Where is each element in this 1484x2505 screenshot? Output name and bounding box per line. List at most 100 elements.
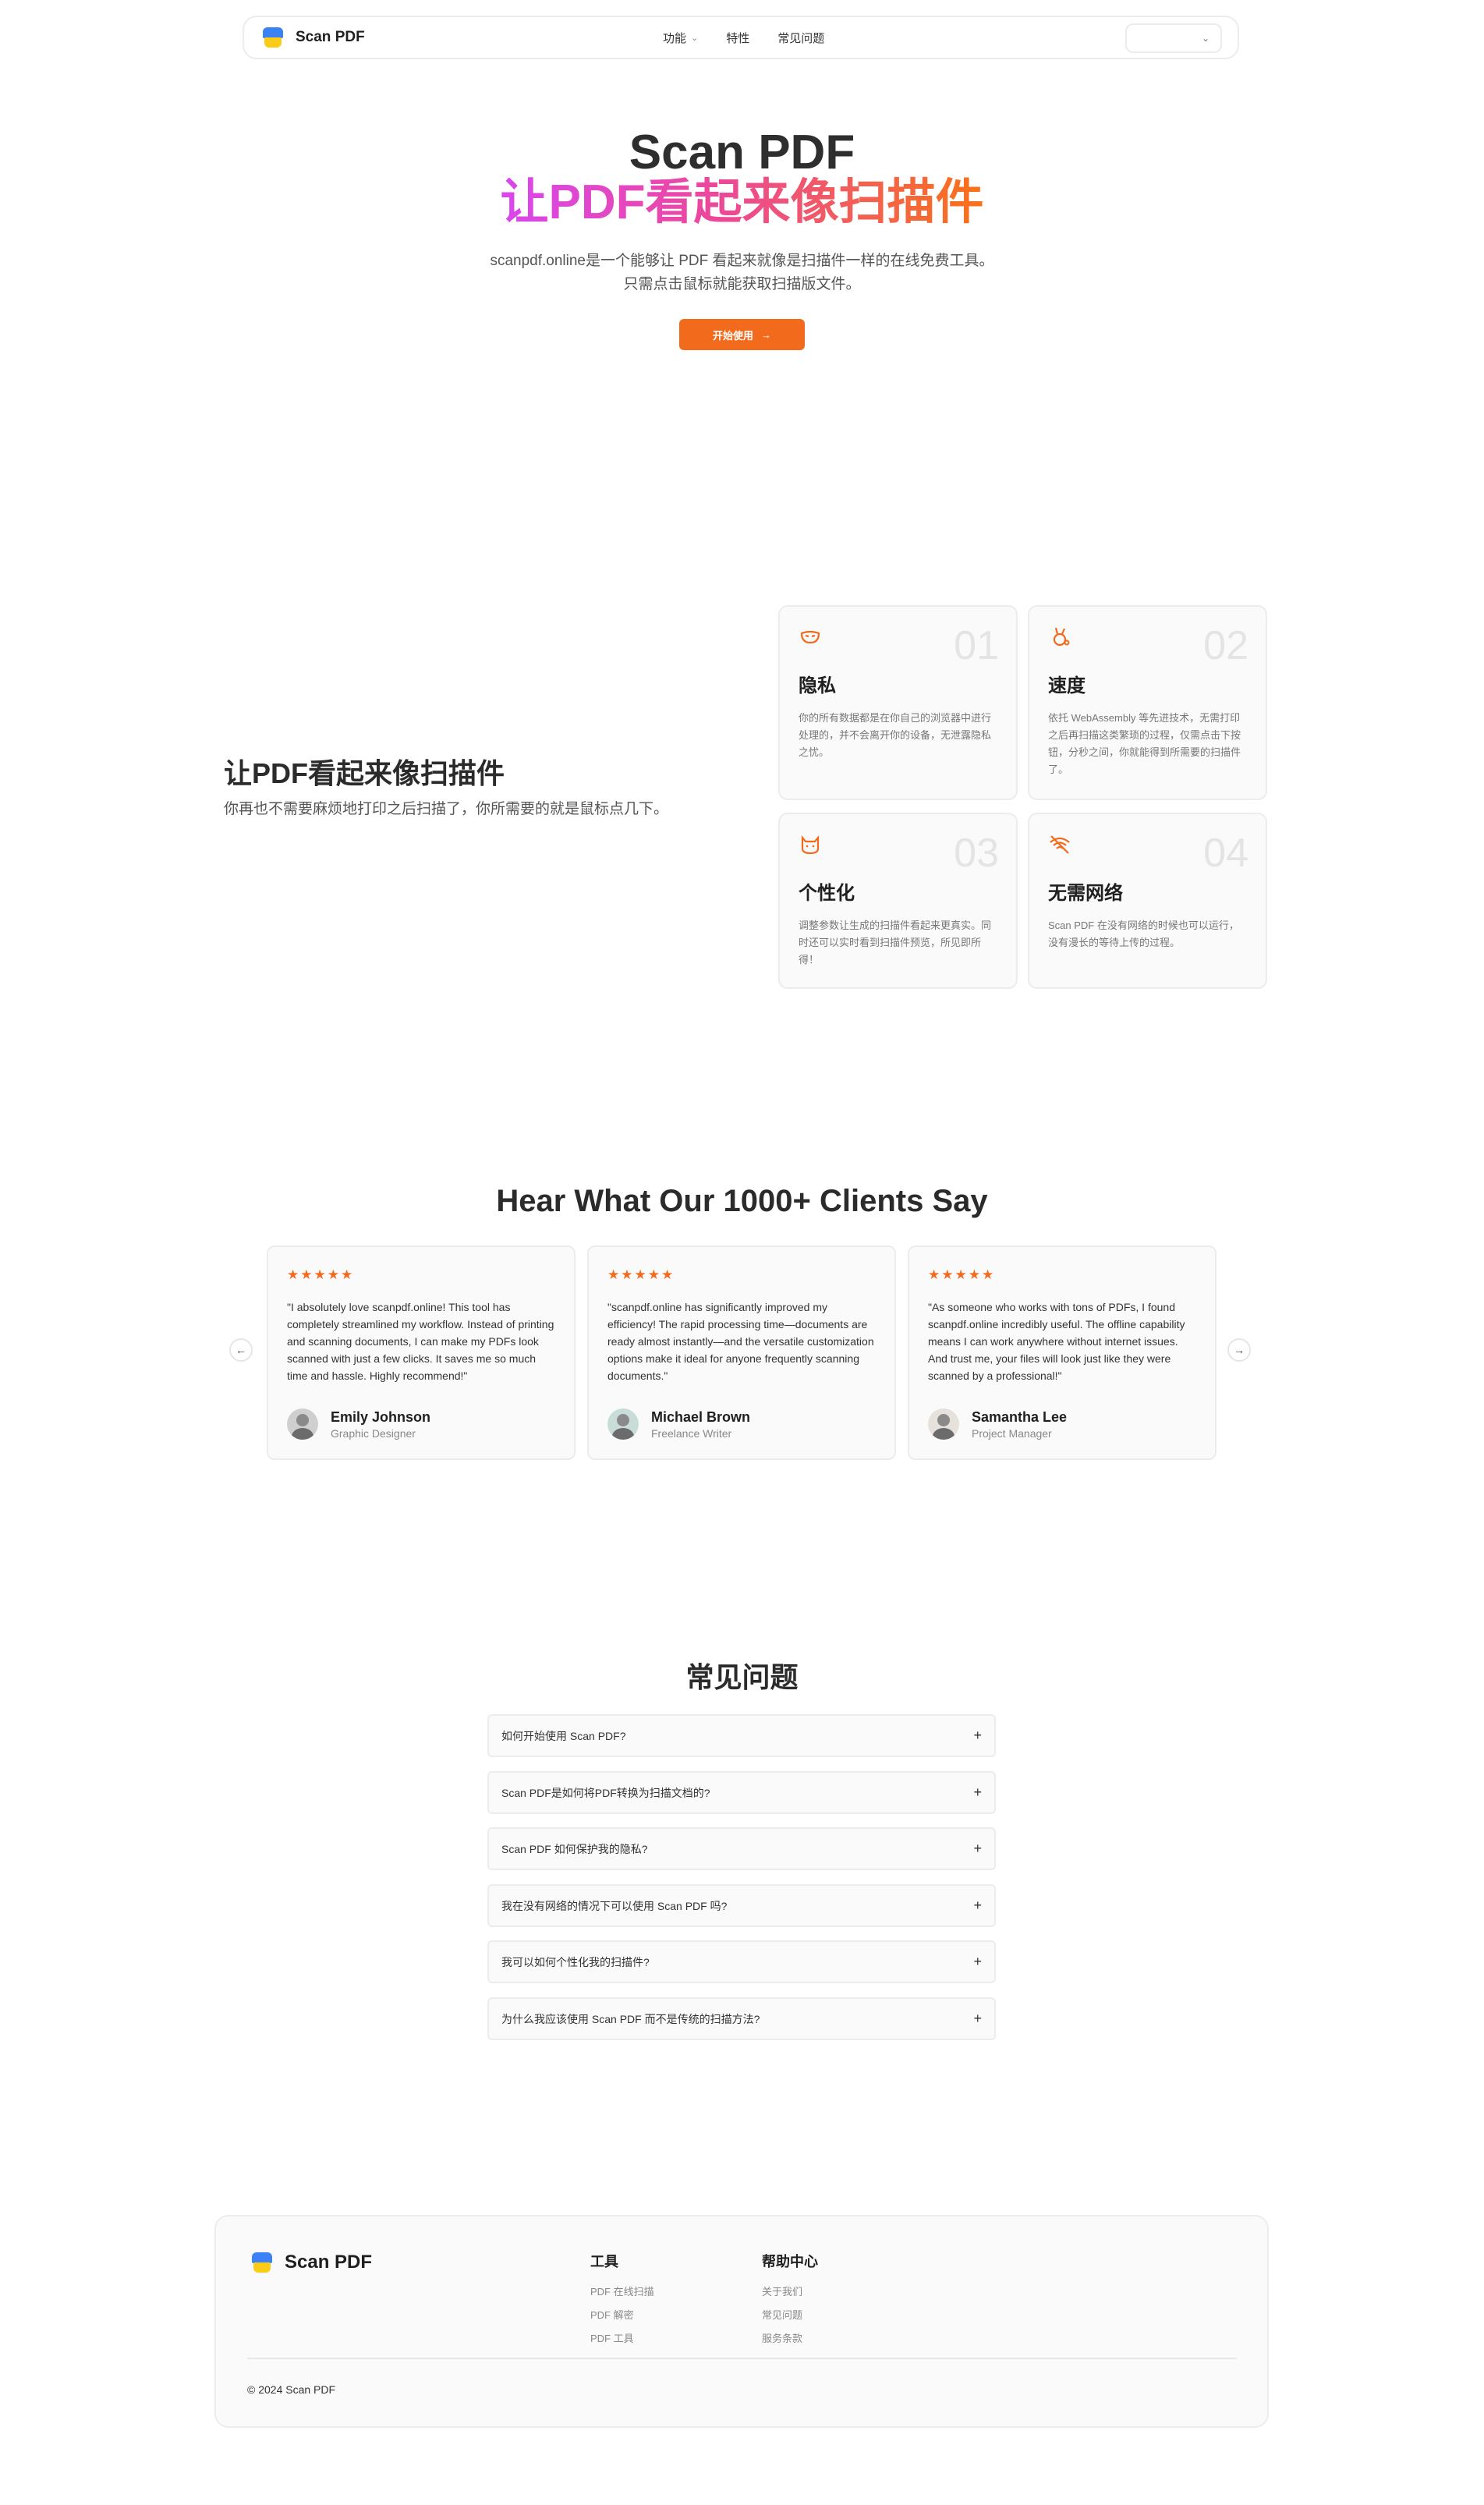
nav-link-label: 常见问题: [777, 31, 825, 45]
features-heading: 让PDF看起来像扫描件: [224, 757, 505, 789]
feature-number: 04: [1203, 831, 1248, 876]
footer-link[interactable]: PDF 在线扫描: [590, 2280, 654, 2304]
footer-brand-name: Scan PDF: [285, 2252, 373, 2273]
hero-subtitle: 让PDF看起来像扫描件: [0, 175, 1484, 231]
faq-item[interactable]: Scan PDF 如何保护我的隐私? +: [487, 1827, 996, 1870]
feature-text: 你的所有数据都是在你自己的浏览器中进行处理的，并不会离开你的设备，无泄露隐私之忧…: [799, 712, 992, 758]
brand[interactable]: Scan PDF: [261, 26, 365, 49]
feature-number: 01: [954, 623, 999, 668]
testimonial-card: ★★★★★ "I absolutely love scanpdf.online!…: [267, 1245, 576, 1460]
language-select[interactable]: ⌄: [1125, 23, 1222, 53]
copyright: © 2024 Scan PDF: [247, 2383, 336, 2396]
wifi-off-icon: [1050, 835, 1070, 854]
start-button[interactable]: 开始使用 →: [679, 319, 805, 350]
top-navbar: Scan PDF 功能 ⌄ 特性 常见问题 ⌄: [243, 16, 1239, 59]
feature-card-privacy: 01 隐私 你的所有数据都是在你自己的浏览器中进行处理的，并不会离开你的设备，无…: [778, 605, 1018, 800]
star-rating-icon: ★★★★★: [287, 1267, 355, 1282]
faq-heading: 常见问题: [685, 1661, 799, 1693]
faq-question: Scan PDF 如何保护我的隐私?: [501, 1842, 648, 1855]
feature-title: 无需网络: [1048, 883, 1123, 904]
feature-text: 依托 WebAssembly 等先进技术，无需打印之后再扫描这类繁琐的过程，仅需…: [1048, 712, 1241, 775]
faq-item[interactable]: 我在没有网络的情况下可以使用 Scan PDF 吗? +: [487, 1884, 996, 1927]
star-rating-icon: ★★★★★: [607, 1267, 675, 1282]
scan-pdf-logo-icon: [250, 2251, 274, 2274]
testimonial-author: Michael Brown Freelance Writer: [607, 1408, 750, 1440]
author-role: Graphic Designer: [331, 1426, 416, 1440]
nav-link-faq[interactable]: 常见问题: [777, 30, 824, 46]
brand-name: Scan PDF: [296, 29, 365, 45]
mask-icon: [800, 630, 820, 644]
feature-text: 调整参数让生成的扫描件看起来更真实。同时还可以实时看到扫描件预览，所见即所得！: [799, 919, 992, 966]
avatar: [607, 1408, 639, 1440]
author-name: Samantha Lee: [972, 1408, 1068, 1425]
faq-question: 如何开始使用 Scan PDF?: [501, 1729, 626, 1742]
arrow-left-icon: ←: [236, 1344, 246, 1356]
footer-link[interactable]: PDF 工具: [590, 2327, 654, 2351]
footer-column-help: 帮助中心 关于我们 常见问题 服务条款: [762, 2251, 818, 2351]
chevron-down-icon: ⌄: [691, 33, 699, 43]
testimonial-quote: "scanpdf.online has significantly improv…: [607, 1301, 874, 1382]
footer-link[interactable]: 常见问题: [762, 2304, 818, 2327]
testimonial-card: ★★★★★ "scanpdf.online has significantly …: [587, 1245, 896, 1460]
author-name: Michael Brown: [651, 1408, 751, 1425]
testimonials-heading: Hear What Our 1000+ Clients Say: [496, 1184, 988, 1218]
rabbit-icon: [1053, 627, 1070, 647]
testimonial-author: Samantha Lee Project Manager: [928, 1408, 1067, 1440]
faq-item[interactable]: 为什么我应该使用 Scan PDF 而不是传统的扫描方法? +: [487, 1997, 996, 2040]
nav-link-features[interactable]: 功能 ⌄: [663, 30, 698, 46]
faq-question: 我在没有网络的情况下可以使用 Scan PDF 吗?: [501, 1899, 728, 1912]
footer-link[interactable]: 服务条款: [762, 2327, 818, 2351]
nav-link-label: 特性: [726, 31, 750, 45]
plus-icon: +: [973, 1784, 982, 1800]
scan-pdf-logo-icon: [261, 26, 285, 49]
avatar: [287, 1408, 318, 1440]
faq-question: 为什么我应该使用 Scan PDF 而不是传统的扫描方法?: [501, 2012, 760, 2025]
footer-link[interactable]: PDF 解密: [590, 2304, 654, 2327]
nav-link-characteristics[interactable]: 特性: [726, 30, 749, 46]
feature-card-speed: 02 速度 依托 WebAssembly 等先进技术，无需打印之后再扫描这类繁琐…: [1028, 605, 1267, 800]
star-rating-icon: ★★★★★: [928, 1267, 996, 1282]
footer-brand[interactable]: Scan PDF: [250, 2251, 372, 2274]
feature-text: Scan PDF 在没有网络的时候也可以运行，没有漫长的等待上传的过程。: [1048, 919, 1239, 948]
testimonial-author: Emily Johnson Graphic Designer: [287, 1408, 430, 1440]
author-role: Project Manager: [972, 1426, 1052, 1440]
author-name: Emily Johnson: [331, 1408, 431, 1425]
start-button-label: 开始使用: [712, 329, 753, 342]
footer-column-title: 帮助中心: [762, 2254, 818, 2269]
feature-number: 02: [1203, 623, 1248, 668]
faq-item[interactable]: Scan PDF是如何将PDF转换为扫描文档的? +: [487, 1771, 996, 1814]
faq-question: Scan PDF是如何将PDF转换为扫描文档的?: [501, 1786, 710, 1799]
nav-link-label: 功能: [663, 31, 687, 45]
carousel-prev-button[interactable]: ←: [229, 1338, 253, 1362]
faq-item[interactable]: 我可以如何个性化我的扫描件? +: [487, 1940, 996, 1983]
nav-links: 功能 ⌄ 特性 常见问题: [663, 17, 824, 58]
plus-icon: +: [973, 1954, 982, 1969]
avatar: [928, 1408, 959, 1440]
arrow-right-icon: →: [761, 328, 771, 341]
faq-question: 我可以如何个性化我的扫描件?: [501, 1955, 650, 1968]
plus-icon: +: [973, 1727, 982, 1743]
plus-icon: +: [973, 2011, 982, 2026]
hero-title: Scan PDF: [629, 126, 855, 179]
feature-title: 隐私: [799, 675, 836, 696]
footer-column-tools: 工具 PDF 在线扫描 PDF 解密 PDF 工具: [590, 2251, 654, 2351]
feature-number: 03: [954, 831, 999, 876]
features-description: 你再也不需要麻烦地打印之后扫描了，你所需要的就是鼠标点几下。: [224, 801, 669, 817]
faq-item[interactable]: 如何开始使用 Scan PDF? +: [487, 1714, 996, 1757]
author-role: Freelance Writer: [651, 1426, 732, 1440]
feature-card-personalize: 03 个性化 调整参数让生成的扫描件看起来更真实。同时还可以实时看到扫描件预览，…: [778, 813, 1018, 989]
footer: Scan PDF 工具 PDF 在线扫描 PDF 解密 PDF 工具 帮助中心 …: [214, 2215, 1269, 2428]
cat-icon: [801, 834, 820, 855]
hero-description: scanpdf.online是一个能够让 PDF 看起来就像是扫描件一样的在线免…: [490, 253, 994, 292]
footer-link[interactable]: 关于我们: [762, 2280, 818, 2304]
plus-icon: +: [973, 1841, 982, 1856]
plus-icon: +: [973, 1897, 982, 1913]
footer-column-title: 工具: [590, 2254, 618, 2269]
testimonial-quote: "As someone who works with tons of PDFs,…: [928, 1301, 1185, 1382]
feature-card-offline: 04 无需网络 Scan PDF 在没有网络的时候也可以运行，没有漫长的等待上传…: [1028, 813, 1267, 989]
testimonial-quote: "I absolutely love scanpdf.online! This …: [287, 1301, 554, 1382]
hero-subtitle-text: 让PDF看起来像扫描件: [500, 175, 984, 229]
footer-divider: [247, 2358, 1236, 2359]
carousel-next-button[interactable]: →: [1227, 1338, 1251, 1362]
chevron-down-icon: ⌄: [1201, 33, 1210, 44]
